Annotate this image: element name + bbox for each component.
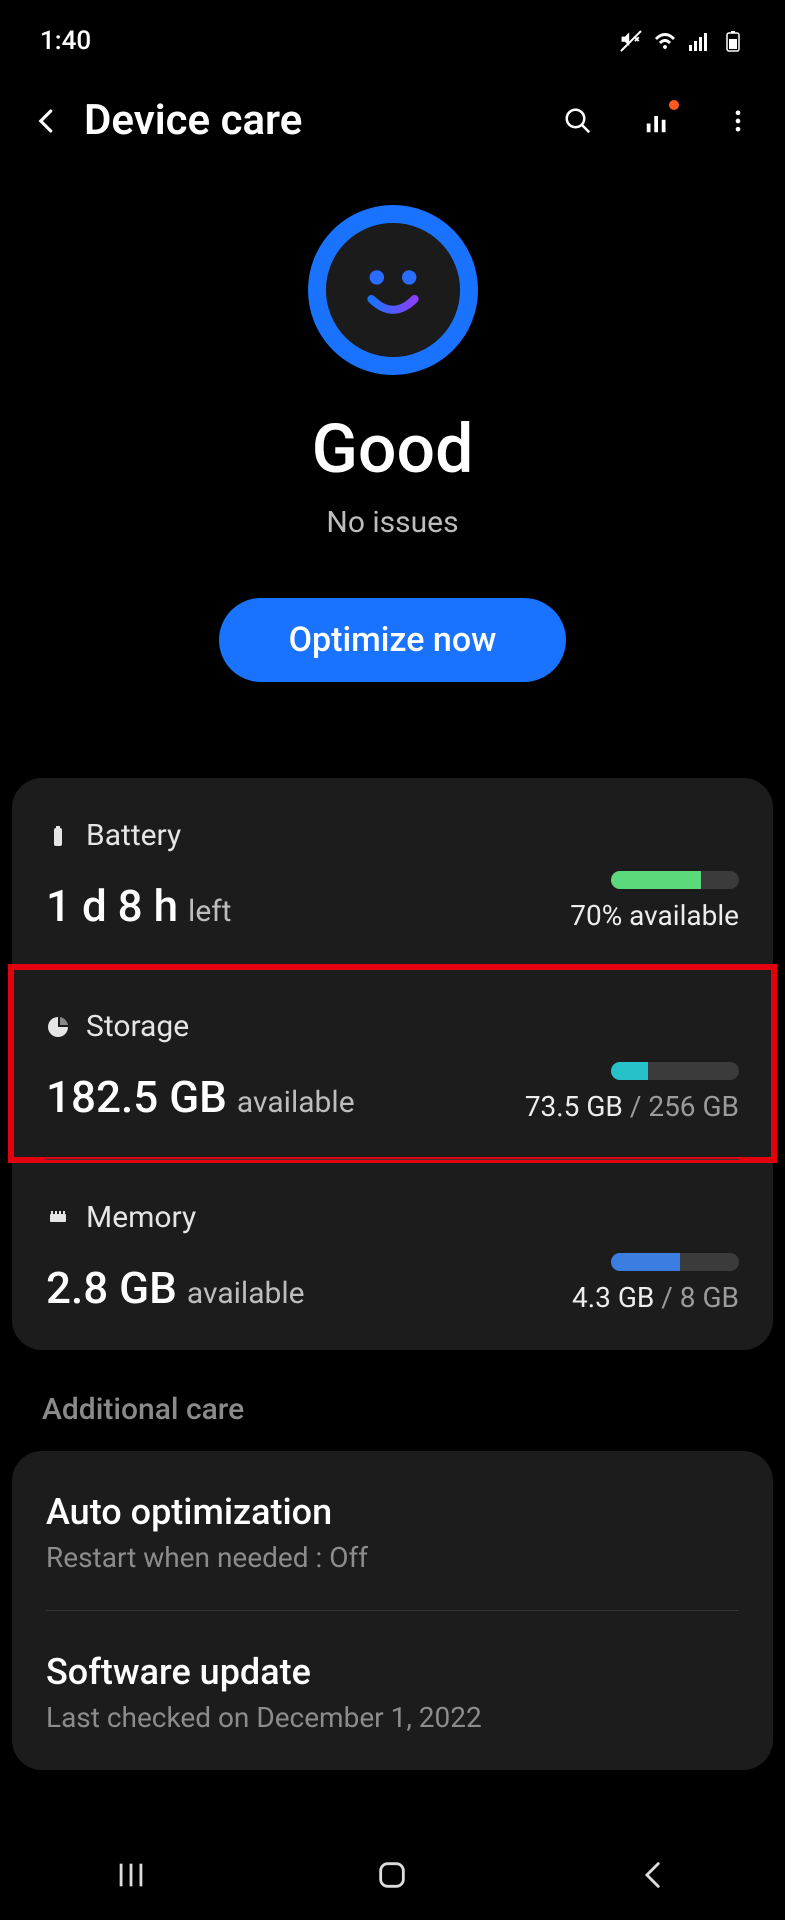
page-title: Device care <box>84 96 515 145</box>
status-time: 1:40 <box>40 26 91 56</box>
memory-row[interactable]: Memory 2.8 GB available 4.3 GB / 8 GB <box>46 1159 739 1350</box>
home-button[interactable] <box>362 1845 422 1905</box>
battery-label: Battery <box>86 818 181 853</box>
wifi-icon <box>653 29 677 53</box>
smiley-icon <box>348 245 438 335</box>
storage-bar <box>611 1062 739 1080</box>
status-headline: Good <box>312 409 474 489</box>
storage-label: Storage <box>86 1009 189 1044</box>
battery-value: 1 d 8 h <box>46 880 178 932</box>
software-update-sub: Last checked on December 1, 2022 <box>46 1701 739 1734</box>
storage-icon <box>46 1015 70 1039</box>
storage-used-text: 73.5 GB / 256 GB <box>525 1090 739 1123</box>
battery-value-suffix: left <box>188 894 231 929</box>
additional-care-heading: Additional care <box>42 1392 743 1427</box>
more-button[interactable] <box>721 104 755 138</box>
memory-value-suffix: available <box>187 1276 305 1311</box>
memory-bar <box>611 1253 739 1271</box>
memory-label: Memory <box>86 1200 196 1235</box>
additional-care-card: Auto optimization Restart when needed : … <box>12 1451 773 1770</box>
status-icons <box>619 29 745 53</box>
status-subtext: No issues <box>326 505 458 540</box>
auto-optimization-title: Auto optimization <box>46 1491 739 1533</box>
optimize-button[interactable]: Optimize now <box>219 598 567 682</box>
battery-row[interactable]: Battery 1 d 8 h left 70% available <box>46 778 739 968</box>
signal-icon <box>687 29 711 53</box>
auto-optimization-row[interactable]: Auto optimization Restart when needed : … <box>46 1451 739 1610</box>
status-ring-icon <box>308 205 478 375</box>
back-button[interactable] <box>30 104 64 138</box>
chart-button[interactable] <box>641 104 675 138</box>
recents-button[interactable] <box>101 1845 161 1905</box>
mute-icon <box>619 29 643 53</box>
storage-value-suffix: available <box>237 1085 355 1120</box>
app-header: Device care <box>0 72 785 169</box>
software-update-title: Software update <box>46 1651 739 1693</box>
memory-icon <box>46 1206 70 1230</box>
storage-value: 182.5 GB <box>46 1071 227 1123</box>
nav-back-button[interactable] <box>624 1845 684 1905</box>
device-status-panel: Good No issues Optimize now <box>0 169 785 722</box>
battery-bar <box>611 871 739 889</box>
storage-row[interactable]: Storage 182.5 GB available 73.5 GB / 256… <box>12 968 773 1159</box>
battery-status-icon <box>721 29 745 53</box>
battery-icon <box>46 824 70 848</box>
status-bar: 1:40 <box>0 0 785 72</box>
software-update-row[interactable]: Software update Last checked on December… <box>46 1610 739 1770</box>
memory-value: 2.8 GB <box>46 1262 177 1314</box>
memory-used-text: 4.3 GB / 8 GB <box>572 1281 739 1314</box>
auto-optimization-sub: Restart when needed : Off <box>46 1541 739 1574</box>
navigation-bar <box>0 1830 785 1920</box>
resource-card: Battery 1 d 8 h left 70% available Stora… <box>12 778 773 1350</box>
battery-percent-text: 70% available <box>570 899 739 932</box>
search-button[interactable] <box>561 104 595 138</box>
